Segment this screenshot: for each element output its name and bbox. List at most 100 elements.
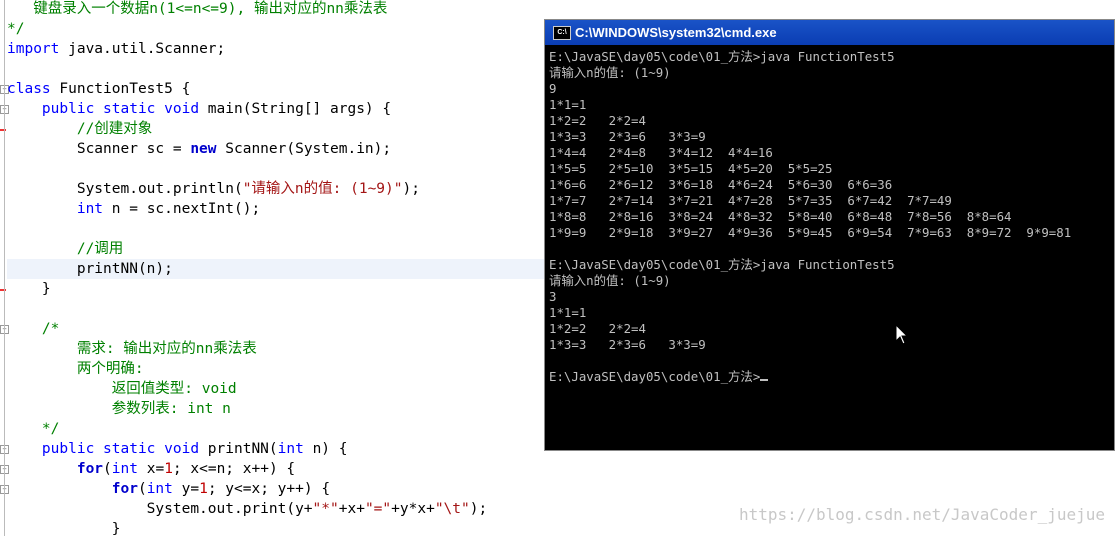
- code-line[interactable]: //创建对象: [7, 119, 152, 139]
- code-line[interactable]: System.out.print(y+"*"+x+"="+y*x+"\t");: [7, 499, 488, 519]
- console-line: 1*6=6 2*6=12 3*6=18 4*6=24 5*6=30 6*6=36: [549, 177, 893, 192]
- cmd-console-output[interactable]: E:\JavaSE\day05\code\01_方法>java Function…: [549, 49, 1114, 385]
- code-line[interactable]: for(int x=1; x<=n; x++) {: [7, 459, 295, 479]
- code-line[interactable]: 参数列表: int n: [7, 399, 231, 419]
- code-token: 参数列表: int n: [111, 401, 231, 417]
- console-line: E:\JavaSE\day05\code\01_方法>java Function…: [549, 49, 895, 64]
- code-token: y=: [172, 481, 200, 497]
- code-token: Scanner(System.in);: [216, 141, 392, 157]
- code-token: for: [111, 481, 138, 497]
- code-token: n = sc.nextInt();: [103, 201, 261, 217]
- code-token: ; x<=n; x++) {: [172, 461, 296, 477]
- code-line[interactable]: /*: [7, 319, 59, 339]
- console-line: 请输入n的值: (1~9): [549, 273, 671, 288]
- console-line: 1*1=1: [549, 305, 587, 320]
- code-token: x=: [137, 461, 165, 477]
- code-token: n) {: [303, 441, 348, 457]
- code-token: java.util.Scanner;: [59, 41, 226, 57]
- console-line: 1*3=3 2*3=6 3*3=9: [549, 337, 706, 352]
- code-token: );: [402, 181, 420, 197]
- code-line[interactable]: Scanner sc = new Scanner(System.in);: [7, 139, 391, 159]
- code-token: (: [137, 481, 147, 497]
- code-line[interactable]: int n = sc.nextInt();: [7, 199, 260, 219]
- code-token: System.out.println(: [7, 181, 243, 197]
- code-line[interactable]: 返回值类型: void: [7, 379, 237, 399]
- console-line: 1*8=8 2*8=16 3*8=24 4*8=32 5*8=40 6*8=48…: [549, 209, 1012, 224]
- code-token: */: [7, 21, 25, 37]
- code-line[interactable]: 键盘录入一个数据n(1<=n<=9), 输出对应的nn乘法表: [7, 0, 387, 19]
- console-cursor: [760, 379, 769, 381]
- code-line[interactable]: printNN(n);: [7, 259, 544, 279]
- console-line: 1*9=9 2*9=18 3*9=27 4*9=36 5*9=45 6*9=54…: [549, 225, 1072, 240]
- console-line: 1*5=5 2*5=10 3*5=15 4*5=20 5*5=25: [549, 161, 833, 176]
- code-line[interactable]: System.out.println("请输入n的值: (1~9)");: [7, 179, 420, 199]
- console-line: 1*3=3 2*3=6 3*3=9: [549, 129, 706, 144]
- code-token: public static void: [41, 441, 200, 457]
- console-line: 1*4=4 2*4=8 3*4=12 4*4=16: [549, 145, 773, 160]
- code-line[interactable]: }: [7, 279, 51, 299]
- code-line[interactable]: for(int y=1; y<=x; y++) {: [7, 479, 330, 499]
- code-token: }: [7, 521, 121, 537]
- code-token: 返回值类型: void: [111, 381, 237, 397]
- code-line[interactable]: 两个明确:: [7, 359, 144, 379]
- code-token: FunctionTest5 {: [50, 81, 191, 97]
- code-token: 需求: 输出对应的nn乘法表: [76, 341, 257, 357]
- code-line[interactable]: 需求: 输出对应的nn乘法表: [7, 339, 257, 359]
- code-token: 两个明确:: [76, 361, 144, 377]
- code-line[interactable]: class FunctionTest5 {: [7, 79, 190, 99]
- code-token: */: [41, 421, 60, 437]
- code-token: class: [7, 81, 51, 97]
- code-line[interactable]: }: [7, 519, 121, 539]
- code-token: "=": [364, 501, 392, 517]
- code-line[interactable]: */: [7, 419, 59, 439]
- code-token: //调用: [76, 241, 124, 257]
- code-token: import: [7, 41, 60, 57]
- cmd-title-bar[interactable]: C:\ C:\WINDOWS\system32\cmd.exe: [545, 20, 1114, 45]
- code-token: 键盘录入一个数据n(1<=n<=9), 输出对应的nn乘法表: [7, 1, 388, 17]
- code-token: int: [146, 481, 173, 497]
- code-token: System.out.print(y+: [7, 501, 313, 517]
- code-token: int: [111, 461, 138, 477]
- code-line[interactable]: //调用: [7, 239, 123, 259]
- cmd-window[interactable]: C:\ C:\WINDOWS\system32\cmd.exe E:\JavaS…: [544, 19, 1115, 451]
- code-token: 1: [164, 461, 173, 477]
- code-line[interactable]: */: [7, 19, 24, 39]
- code-token: );: [469, 501, 488, 517]
- code-line[interactable]: public static void printNN(int n) {: [7, 439, 348, 459]
- console-line: 3: [549, 289, 557, 304]
- code-token: +x+: [338, 501, 365, 517]
- code-token: 1: [199, 481, 208, 497]
- code-token: new: [190, 141, 217, 157]
- console-line: 1*2=2 2*2=4: [549, 113, 646, 128]
- code-token: printNN(n);: [7, 261, 173, 277]
- console-line: 1*7=7 2*7=14 3*7=21 4*7=28 5*7=35 6*7=42…: [549, 193, 952, 208]
- gutter-separator: [4, 0, 5, 536]
- code-token: for: [76, 461, 104, 477]
- change-marker: [0, 289, 6, 291]
- code-token: }: [7, 281, 51, 297]
- cmd-icon: C:\: [553, 26, 571, 40]
- code-token: (: [103, 461, 112, 477]
- code-line[interactable]: public static void main(String[] args) {: [7, 99, 391, 119]
- console-line: 1*2=2 2*2=4: [549, 321, 646, 336]
- code-token: "\t": [434, 501, 470, 517]
- console-line: E:\JavaSE\day05\code\01_方法>java Function…: [549, 257, 895, 272]
- mouse-pointer-icon: [895, 324, 909, 345]
- watermark: https://blog.csdn.net/JavaCoder_juejue: [738, 505, 1105, 524]
- code-token: main(String[] args) {: [199, 101, 392, 117]
- code-line[interactable]: import java.util.Scanner;: [7, 39, 225, 59]
- code-token: /*: [41, 321, 60, 337]
